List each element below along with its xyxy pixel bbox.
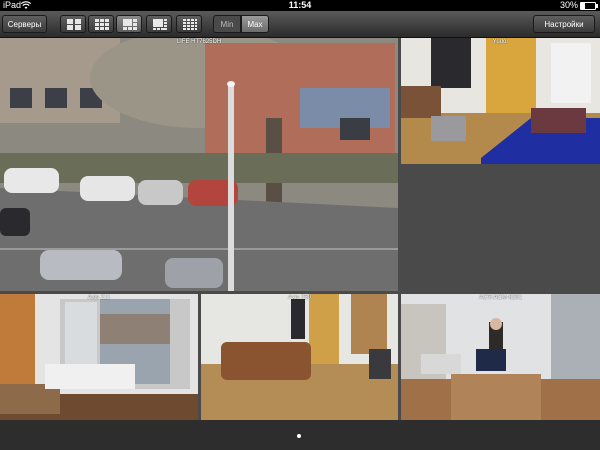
layout-4x4-icon [183,19,197,30]
camera-view-4[interactable]: Axis 211 [0,294,198,420]
layout-1plus7-button[interactable] [146,15,172,33]
layout-2x2-button[interactable] [60,15,86,33]
layout-1plus5-button[interactable] [116,15,142,33]
page-indicator-dot[interactable] [297,434,301,438]
camera-label: ACTi ACM-8201 [478,295,523,301]
min-max-toggle: Min Max [213,15,269,33]
camera-view-empty[interactable] [401,167,600,291]
toolbar: Серверы Min Max Настройки [0,11,600,38]
clock: 11:54 [288,0,312,10]
camera-label: Yudor [492,39,509,45]
reception-camera-feed [401,294,600,420]
battery-percent: 30% [559,0,578,10]
layout-1plus7-icon [153,19,167,30]
street-camera-feed [0,38,398,291]
camera-label: LIFE HT7625DH [176,39,222,45]
layout-2x2-icon [67,19,81,30]
camera-label: Axis 250 [287,295,311,301]
camera-view-2[interactable]: Yudor [401,38,600,164]
camera-view-6[interactable]: ACTi ACM-8201 [401,294,600,420]
camera-view-main[interactable]: LIFE HT7625DH [0,38,398,291]
sofa-office-camera-feed [201,294,398,420]
layout-4x4-button[interactable] [176,15,202,33]
battery-icon [580,2,598,10]
layout-3x3-icon [95,19,109,30]
camera-label: Axis 211 [87,295,111,301]
servers-button[interactable]: Серверы [2,15,47,33]
window-office-camera-feed [0,294,198,420]
status-bar: iPad 11:54 30% [0,0,600,11]
bottom-bar [0,420,600,450]
min-button[interactable]: Min [213,15,241,33]
camera-grid: LIFE HT7625DH Yudor Axis 211 Axis 250 AC… [0,38,600,420]
layout-1plus5-icon [123,19,137,30]
camera-view-5[interactable]: Axis 250 [201,294,398,420]
office-camera-feed [401,38,600,164]
layout-3x3-button[interactable] [88,15,114,33]
settings-button[interactable]: Настройки [533,15,595,33]
max-button[interactable]: Max [241,15,269,33]
